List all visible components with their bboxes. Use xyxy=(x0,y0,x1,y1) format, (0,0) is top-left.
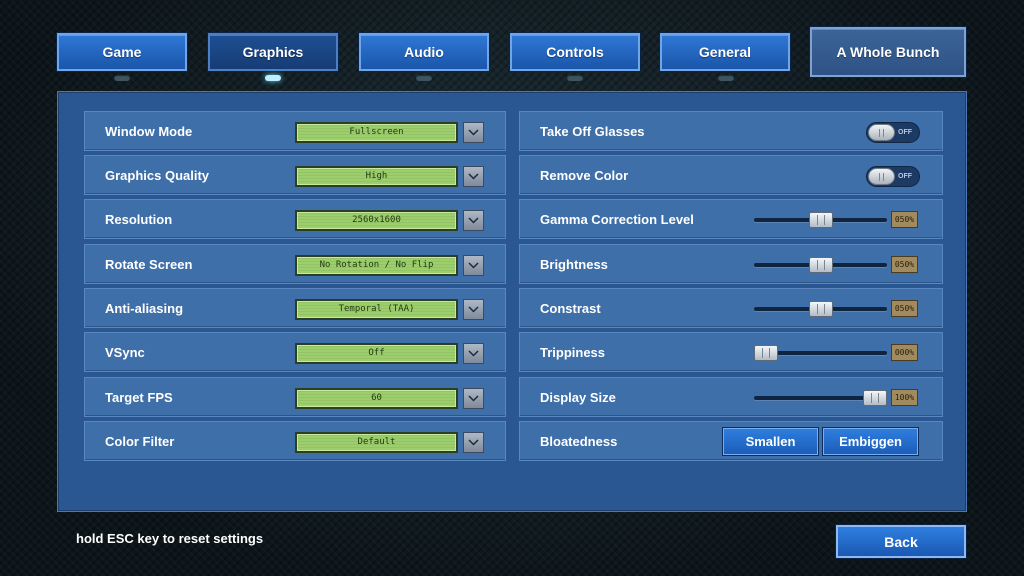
setting-label: Graphics Quality xyxy=(105,168,210,183)
setting-label: Anti-aliasing xyxy=(105,301,184,316)
chevron-down-icon xyxy=(468,262,479,269)
tab-bar: Game Graphics Audio Controls General A W… xyxy=(0,0,1024,90)
trippiness-slider-handle[interactable] xyxy=(754,345,778,361)
rotate-screen-value[interactable]: No Rotation / No Flip xyxy=(295,255,458,276)
setting-row-take-off-glasses: Take Off Glasses OFF xyxy=(519,111,943,151)
setting-row-gamma: Gamma Correction Level 050% xyxy=(519,199,943,239)
setting-label: Gamma Correction Level xyxy=(540,212,694,227)
back-button[interactable]: Back xyxy=(836,525,966,558)
toggle-state-text: OFF xyxy=(898,129,912,136)
window-mode-dropdown-button[interactable] xyxy=(463,122,484,143)
setting-label: Constrast xyxy=(540,301,601,316)
anti-aliasing-dropdown-button[interactable] xyxy=(463,299,484,320)
tab-graphics[interactable]: Graphics xyxy=(208,33,338,71)
color-filter-value[interactable]: Default xyxy=(295,432,458,453)
chevron-down-icon xyxy=(468,350,479,357)
chevron-down-icon xyxy=(468,173,479,180)
settings-panel: Window Mode Fullscreen Graphics Quality … xyxy=(57,91,967,512)
toggle-knob xyxy=(868,124,895,141)
tab-indicator-controls xyxy=(567,75,583,81)
setting-row-resolution: Resolution 2560x1600 xyxy=(84,199,506,239)
tab-indicator-audio xyxy=(416,75,432,81)
display-size-slider-handle[interactable] xyxy=(863,390,887,406)
setting-label: Take Off Glasses xyxy=(540,124,645,139)
chevron-down-icon xyxy=(468,395,479,402)
contrast-value-readout: 050% xyxy=(891,300,918,317)
display-size-value-readout: 100% xyxy=(891,389,918,406)
anti-aliasing-value[interactable]: Temporal (TAA) xyxy=(295,299,458,320)
tab-controls[interactable]: Controls xyxy=(510,33,640,71)
chevron-down-icon xyxy=(468,306,479,313)
resolution-dropdown-button[interactable] xyxy=(463,210,484,231)
tab-a-whole-bunch[interactable]: A Whole Bunch xyxy=(810,27,966,77)
rotate-screen-dropdown-button[interactable] xyxy=(463,255,484,276)
reset-hint-text: hold ESC key to reset settings xyxy=(76,531,264,546)
toggle-knob xyxy=(868,168,895,185)
setting-row-brightness: Brightness 050% xyxy=(519,244,943,284)
setting-row-bloatedness: Bloatedness Smallen Embiggen xyxy=(519,421,943,461)
gamma-value-readout: 050% xyxy=(891,211,918,228)
chevron-down-icon xyxy=(468,439,479,446)
target-fps-dropdown-button[interactable] xyxy=(463,388,484,409)
setting-row-target-fps: Target FPS 60 xyxy=(84,377,506,417)
vsync-value[interactable]: Off xyxy=(295,343,458,364)
vsync-dropdown-button[interactable] xyxy=(463,343,484,364)
setting-row-remove-color: Remove Color OFF xyxy=(519,155,943,195)
setting-row-contrast: Constrast 050% xyxy=(519,288,943,328)
setting-row-display-size: Display Size 100% xyxy=(519,377,943,417)
setting-row-window-mode: Window Mode Fullscreen xyxy=(84,111,506,151)
chevron-down-icon xyxy=(468,129,479,136)
setting-label: Resolution xyxy=(105,212,173,227)
setting-label: Color Filter xyxy=(105,434,175,449)
setting-row-trippiness: Trippiness 000% xyxy=(519,332,943,372)
setting-row-anti-aliasing: Anti-aliasing Temporal (TAA) xyxy=(84,288,506,328)
contrast-slider-handle[interactable] xyxy=(808,301,833,317)
remove-color-toggle[interactable]: OFF xyxy=(866,166,920,187)
window-mode-value[interactable]: Fullscreen xyxy=(295,122,458,143)
setting-row-graphics-quality: Graphics Quality High xyxy=(84,155,506,195)
setting-label: Target FPS xyxy=(105,390,173,405)
setting-label: Window Mode xyxy=(105,124,193,139)
brightness-value-readout: 050% xyxy=(891,256,918,273)
setting-label: Trippiness xyxy=(540,345,606,360)
tab-indicator-game xyxy=(114,75,130,81)
target-fps-value[interactable]: 60 xyxy=(295,388,458,409)
setting-label: Rotate Screen xyxy=(105,257,193,272)
embiggen-button[interactable]: Embiggen xyxy=(822,427,919,456)
trippiness-value-readout: 000% xyxy=(891,344,918,361)
take-off-glasses-toggle[interactable]: OFF xyxy=(866,122,920,143)
setting-label: Remove Color xyxy=(540,168,629,183)
color-filter-dropdown-button[interactable] xyxy=(463,432,484,453)
setting-row-color-filter: Color Filter Default xyxy=(84,421,506,461)
setting-label: Brightness xyxy=(540,257,608,272)
resolution-value[interactable]: 2560x1600 xyxy=(295,210,458,231)
setting-label: Bloatedness xyxy=(540,434,618,449)
smallen-button[interactable]: Smallen xyxy=(722,427,819,456)
chevron-down-icon xyxy=(468,217,479,224)
tab-indicator-general xyxy=(718,75,734,81)
setting-label: Display Size xyxy=(540,390,616,405)
graphics-quality-value[interactable]: High xyxy=(295,166,458,187)
toggle-state-text: OFF xyxy=(898,173,912,180)
tab-indicator-graphics xyxy=(265,75,281,81)
setting-row-rotate-screen: Rotate Screen No Rotation / No Flip xyxy=(84,244,506,284)
setting-label: VSync xyxy=(105,345,145,360)
tab-game[interactable]: Game xyxy=(57,33,187,71)
tab-audio[interactable]: Audio xyxy=(359,33,489,71)
graphics-quality-dropdown-button[interactable] xyxy=(463,166,484,187)
brightness-slider-handle[interactable] xyxy=(808,257,833,273)
setting-row-vsync: VSync Off xyxy=(84,332,506,372)
gamma-slider-handle[interactable] xyxy=(808,212,833,228)
tab-general[interactable]: General xyxy=(660,33,790,71)
